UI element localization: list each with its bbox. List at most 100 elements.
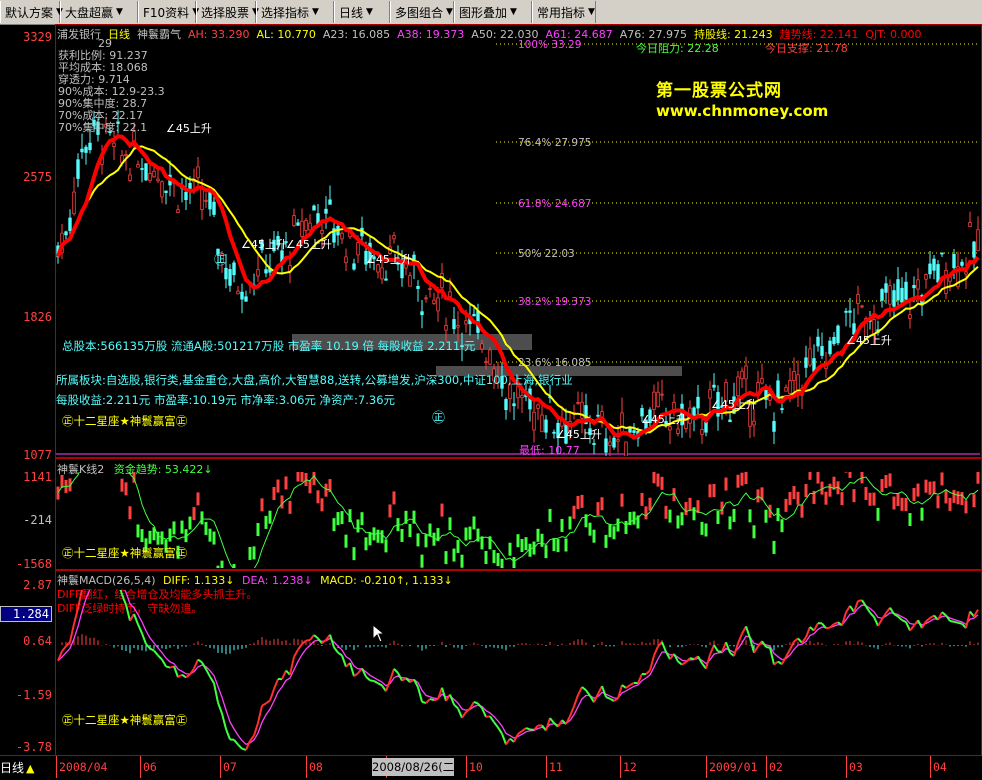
k-bar [449,517,452,530]
toolbar-button-0[interactable]: 默认方案▼ [0,1,60,23]
candle-body [113,143,116,146]
candle-body [753,421,756,425]
k-bar [909,513,912,526]
diff-line-segment [930,615,934,617]
k-bar [617,519,620,532]
diff-line-segment [910,626,914,631]
toolbar-button-4[interactable]: 选择指标▼ [256,1,334,23]
month-tick [930,756,931,778]
month-label: 2009/01 [709,760,757,774]
diff-line-segment [938,612,942,620]
diff-line-segment [322,640,326,643]
k-bar [845,472,848,473]
k-bar [253,546,256,559]
dropdown-arrow-icon: ▼ [312,7,319,17]
month-label: 06 [143,760,157,774]
k-bar [281,495,284,508]
macd-chart[interactable] [56,590,980,754]
k-bar [445,551,448,564]
diff-line-segment [374,681,378,683]
main-brand: ㊣十二星座★神鬟赢富㊣ [62,413,187,429]
candle-body [541,415,544,432]
k-bar [713,484,716,497]
k-bar [817,472,820,484]
toolbar-button-1[interactable]: 大盘超赢▼ [60,1,138,23]
y-label-top: 3329 [0,30,52,44]
diff-line-segment [834,622,838,624]
diff-line-segment [462,712,466,718]
candle-body [429,288,432,289]
month-label: 12 [623,760,637,774]
month-label: 10 [469,760,483,774]
diff-line-segment [502,734,506,745]
k-line-chart[interactable] [56,472,980,568]
k-bar [497,553,500,566]
k-bar [773,541,776,554]
candle-body [229,269,232,285]
toolbar-button-8[interactable]: 常用指标▼ [532,1,596,23]
k-bar [433,533,436,546]
k-bar [441,504,444,517]
candle-body [161,182,164,197]
k-bar [973,494,976,507]
diff-line-segment [150,648,154,650]
candle-body [89,143,92,150]
k-bar [61,475,64,488]
k-bar [421,555,424,568]
candle-body [213,202,216,214]
k-bar [357,519,360,532]
candle-body [505,399,508,409]
k-bar [933,481,936,494]
candle-body [357,243,360,255]
diff-line-segment [522,728,526,731]
toolbar-button-label: F10资料 [143,4,189,21]
dropdown-arrow-icon: ▼ [446,7,453,17]
candle-body [141,168,144,169]
k-bar [301,472,304,482]
k-bar [649,498,652,511]
k-bar [201,511,204,524]
k-bar [781,519,784,532]
k-bar [361,512,364,525]
candle-body [465,321,468,324]
candle-body [829,341,832,354]
k-bar [409,524,412,537]
toolbar-button-3[interactable]: 选择股票▼ [196,1,256,23]
k-bar [561,519,564,532]
diff-line-segment [950,621,954,622]
candle-body [605,439,608,452]
candle-body [433,300,436,303]
marker-star-icon: * [886,38,890,42]
diff-line-segment [454,705,458,709]
diff-line-segment [766,647,770,648]
k-bar [485,551,488,564]
diff-line-segment [210,677,214,683]
candle-body [157,179,160,181]
toolbar-button-2[interactable]: F10资料▼ [138,1,196,23]
candle-body [553,432,556,433]
k-bar [873,493,876,506]
k-bar [693,507,696,520]
period-indicator[interactable]: 日线▲ [0,758,52,778]
candle-body [449,292,452,297]
candle-body [341,233,344,239]
diff-line-segment [74,608,78,624]
k-bar [429,524,432,537]
k-ma-line [58,472,978,568]
candle-body [245,297,248,301]
k-bar [601,497,604,510]
toolbar-button-7[interactable]: 图形叠加▼ [454,1,532,23]
k-bar [809,472,812,480]
candle-body [421,312,424,315]
toolbar-button-6[interactable]: 多图组合▼ [390,1,454,23]
candle-body [901,288,904,302]
diff-line-segment [498,727,502,733]
resistance-label: 今日阻力: 22.28 [636,40,719,56]
month-label: 08 [309,760,323,774]
sector-info: 所属板块:自选股,银行类,基金重仓,大盘,高价,大智慧88,送转,公募增发,沪深… [56,372,573,388]
candle-body [701,430,704,435]
toolbar-button-5[interactable]: 日线▼ [334,1,390,23]
candle-body [445,325,448,330]
candle-body [393,236,396,239]
triangle-up-icon: ▲ [26,762,34,775]
